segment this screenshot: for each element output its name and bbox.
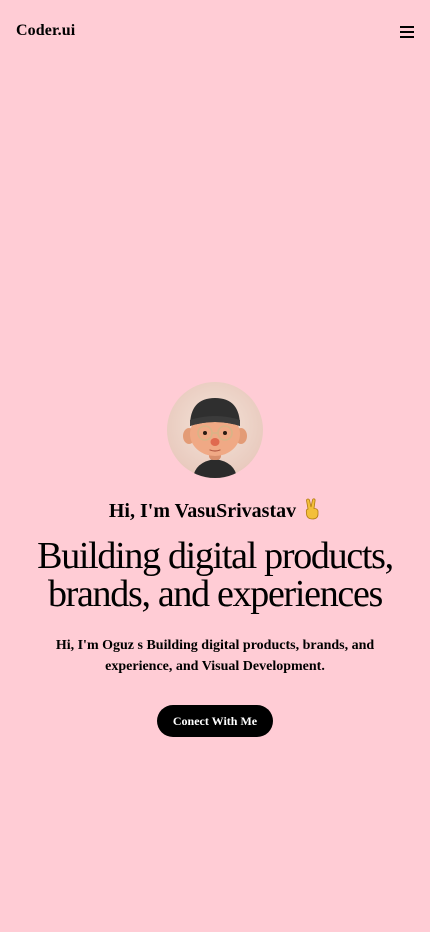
- hero-headline: Building digital products, brands, and e…: [15, 537, 415, 613]
- menu-bar-bottom: [400, 36, 414, 38]
- avatar: [167, 382, 263, 478]
- headline-line-2: brands, and experiences: [47, 573, 383, 615]
- greeting-heading: Hi, I'm VasuSrivastav: [0, 498, 430, 525]
- brand-logo[interactable]: Coder.ui: [16, 22, 75, 40]
- hamburger-menu-icon[interactable]: [400, 26, 414, 38]
- victory-hand-icon: [303, 498, 321, 525]
- memoji-avatar-icon: [183, 398, 247, 478]
- menu-bar-top: [400, 26, 414, 28]
- hero-section: Hi, I'm VasuSrivastav Building digital p…: [0, 382, 430, 737]
- headline-line-1: Building digital products,: [37, 535, 394, 577]
- connect-button[interactable]: Conect With Me: [156, 705, 274, 737]
- greeting-text: Hi, I'm VasuSrivastav: [108, 500, 297, 522]
- intro-text: Hi, I'm Oguz s Building digital products…: [55, 638, 375, 674]
- menu-bar-middle: [400, 31, 414, 33]
- top-navbar: Coder.ui: [0, 0, 430, 64]
